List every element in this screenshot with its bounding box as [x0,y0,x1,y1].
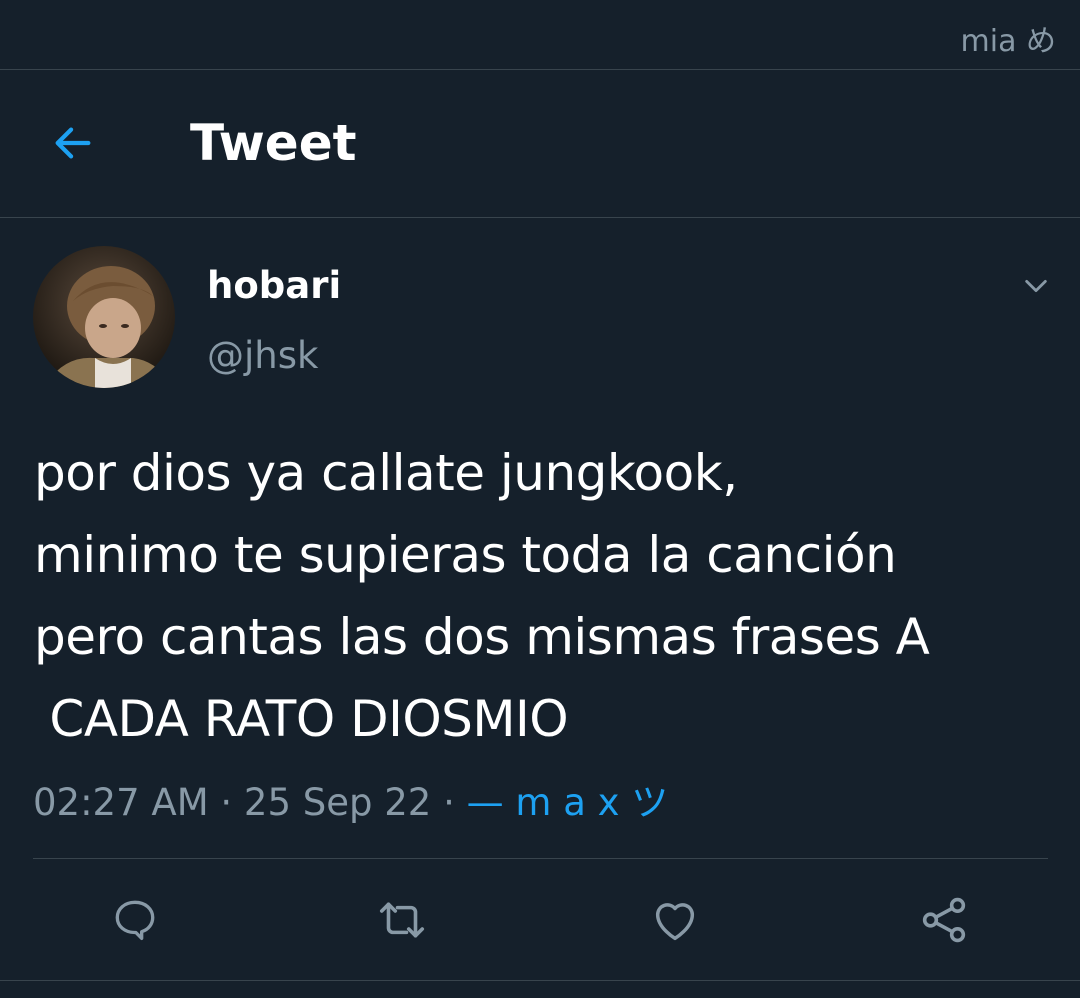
status-bar: mia め [0,0,1080,70]
avatar[interactable] [33,246,175,388]
arrow-left-icon [55,127,91,159]
header: Tweet [0,70,1080,218]
share-icon [922,897,966,943]
author-handle[interactable]: @jhsk [207,334,318,377]
meta-separator: · [443,781,455,824]
like-button[interactable] [645,890,705,950]
share-button[interactable] [914,890,974,950]
tweet-source-link[interactable]: — m a x ツ [467,781,669,824]
reply-button[interactable] [105,890,165,950]
author-name[interactable]: hobari [207,264,341,307]
like-icon [655,903,695,941]
tweet-time: 02:27 AM [33,781,209,824]
chevron-down-icon [1025,279,1047,293]
more-options-button[interactable] [1016,266,1056,306]
retweet-button[interactable] [372,890,432,950]
retweet-icon [379,902,425,938]
page-title: Tweet [190,114,357,172]
back-button[interactable] [40,110,106,176]
avatar-photo [33,246,175,388]
tweet-text: por dios ya callate jungkook, minimo te … [34,444,930,748]
tweet-date: 25 Sep 22 [243,781,432,824]
divider [33,858,1048,859]
action-bar [0,872,1080,968]
reply-icon [115,900,155,940]
meta-separator: · [220,781,233,824]
tweet-meta: 02:27 AM · 25 Sep 22 · — m a x ツ [33,772,668,826]
status-bar-text: mia め [960,24,1056,59]
divider [0,980,1080,981]
